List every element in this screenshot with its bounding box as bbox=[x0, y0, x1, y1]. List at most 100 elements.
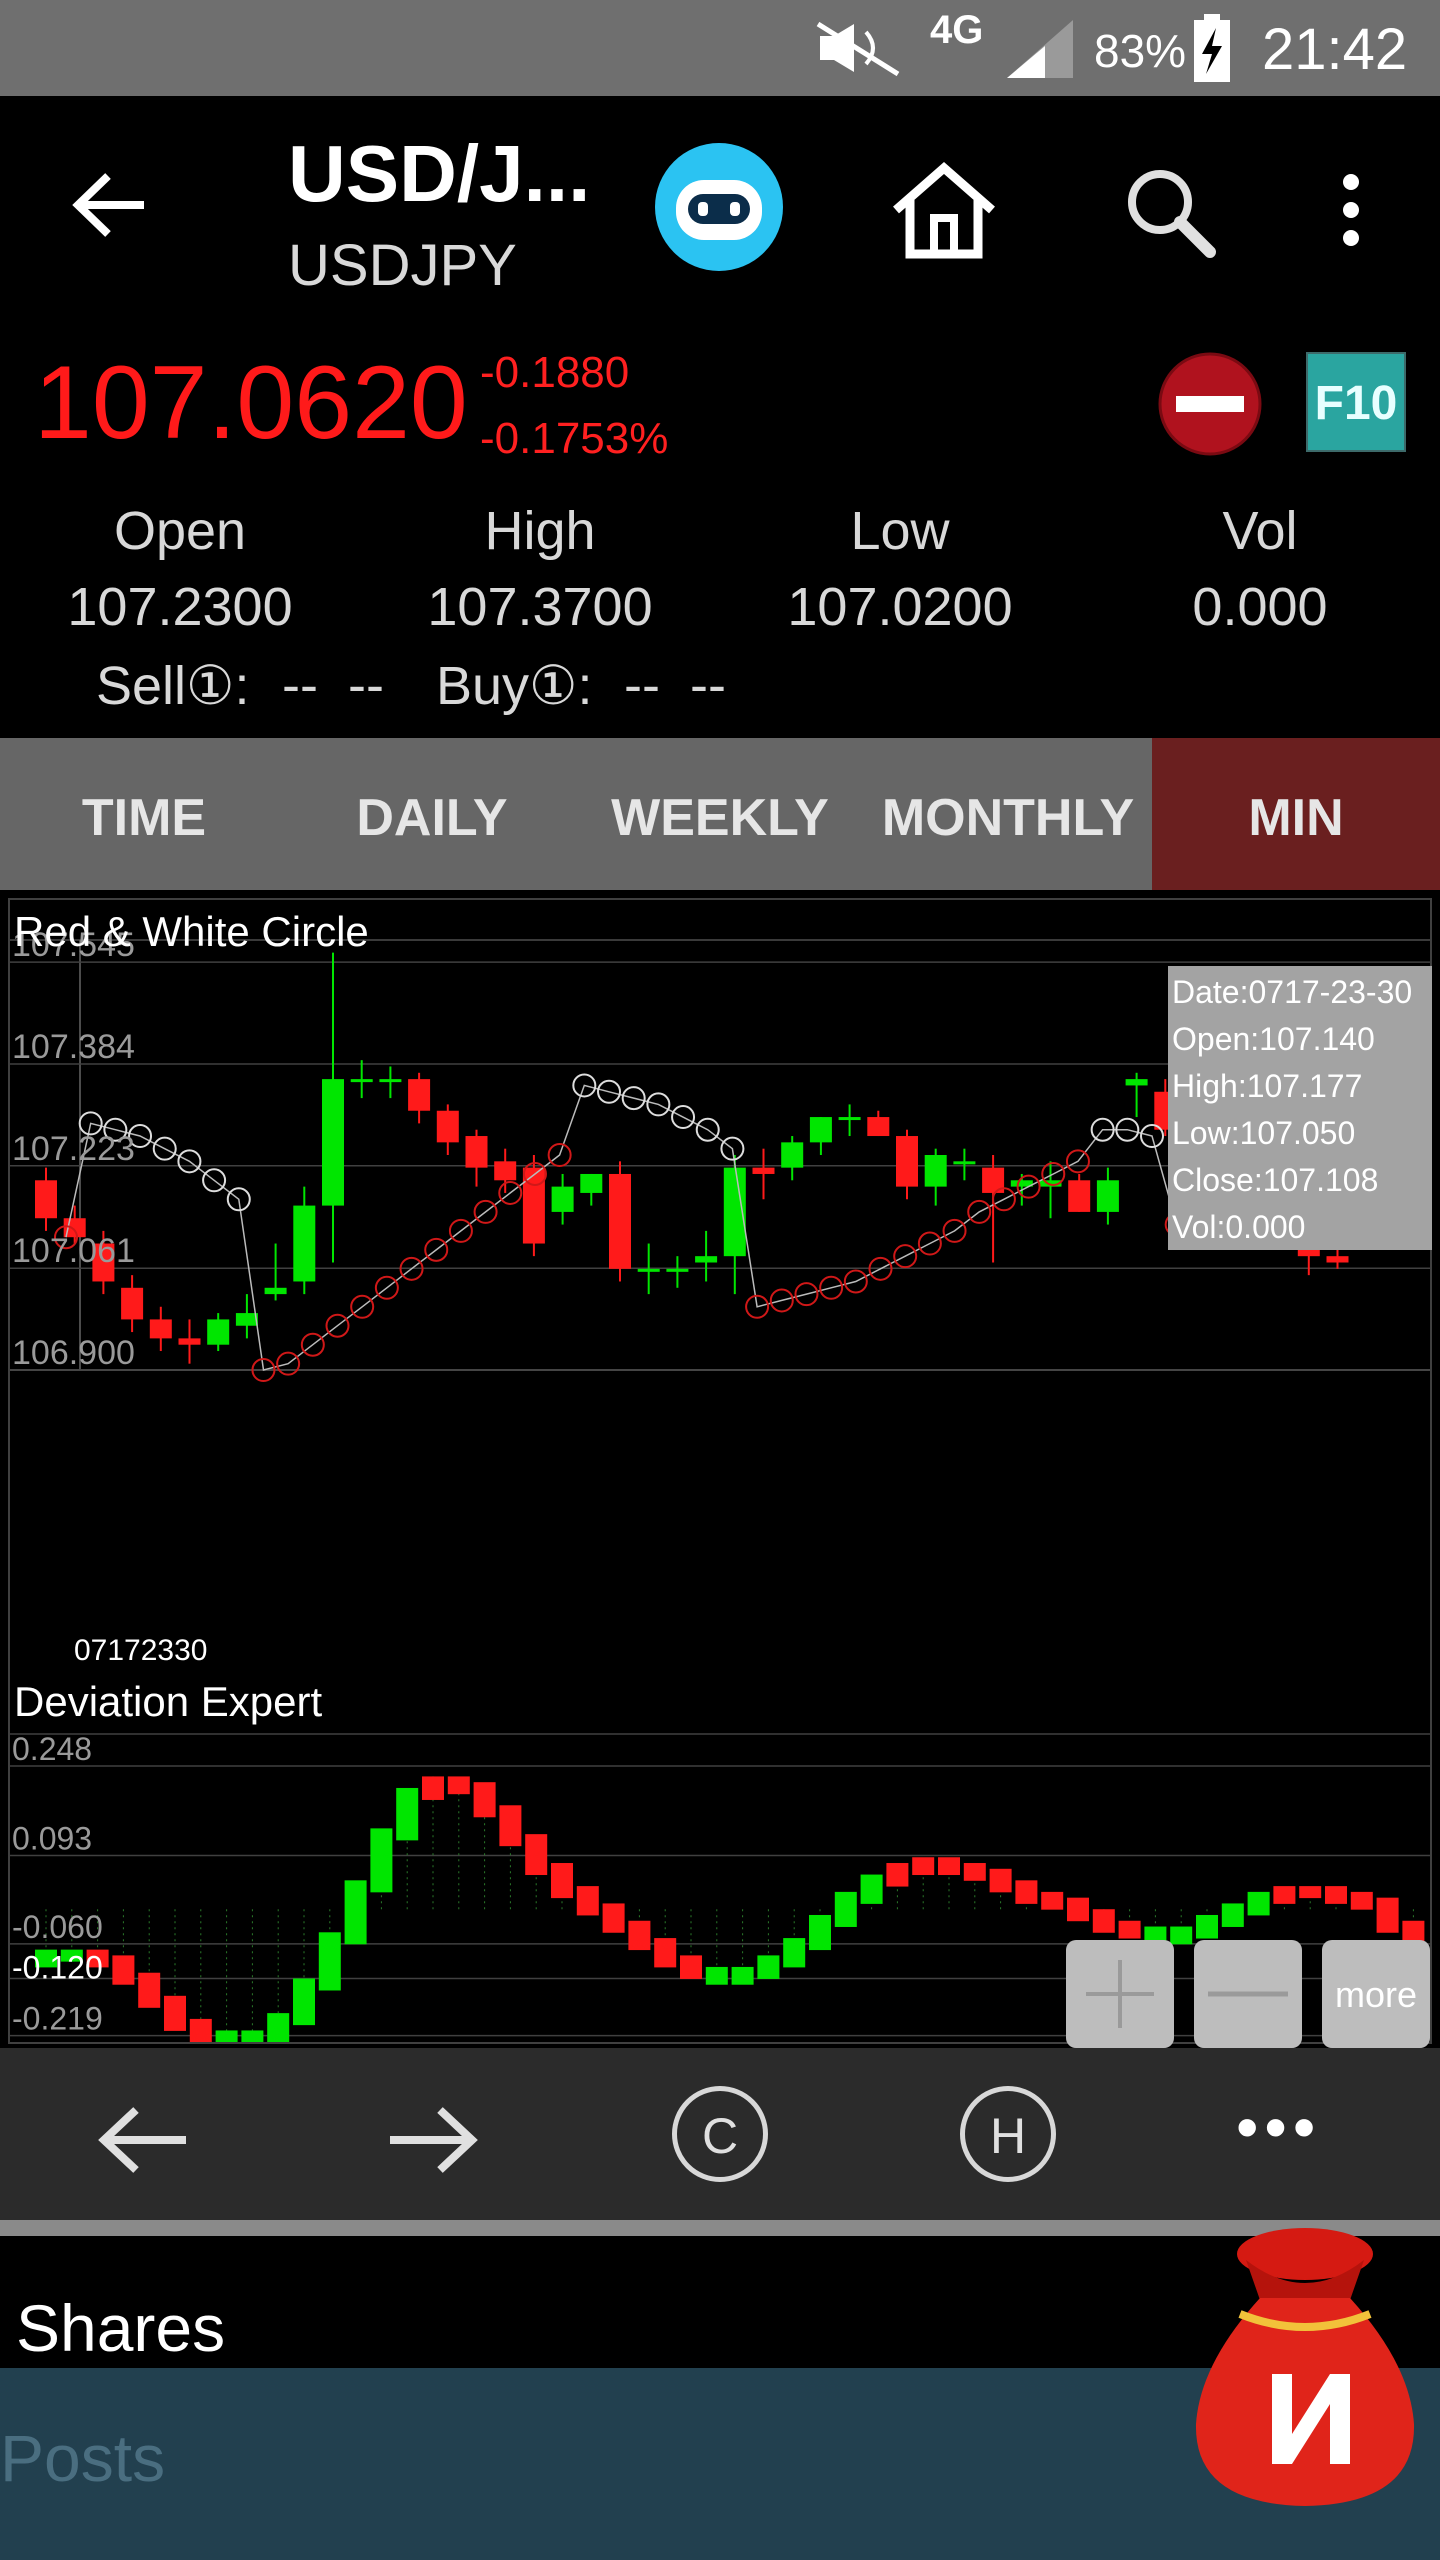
candle-body bbox=[924, 1155, 947, 1187]
robot-assistant-icon[interactable] bbox=[654, 142, 784, 272]
scroll-left-icon[interactable] bbox=[96, 2104, 192, 2176]
gift-bag-icon[interactable] bbox=[1180, 2214, 1430, 2514]
price-change-percent: -0.1753% bbox=[480, 414, 669, 463]
buy-value: -- -- bbox=[624, 655, 726, 715]
sub-bar bbox=[525, 1834, 548, 1876]
sub-bar bbox=[989, 1868, 1012, 1893]
c-indicator-button[interactable]: C bbox=[672, 2086, 768, 2182]
sub-bar bbox=[1092, 1909, 1115, 1933]
tab-daily[interactable]: DAILY bbox=[288, 738, 576, 890]
candle-body bbox=[149, 1319, 172, 1339]
candle-body bbox=[322, 1079, 344, 1206]
candle-body bbox=[867, 1117, 890, 1137]
tooltip-high: High:107.177 bbox=[1172, 1068, 1363, 1104]
sub-bar bbox=[886, 1863, 909, 1887]
sub-bar bbox=[447, 1776, 470, 1795]
sub-bar bbox=[783, 1938, 806, 1968]
sub-y-tick: -0.060 bbox=[12, 1909, 103, 1945]
zoom-in-button[interactable] bbox=[1066, 1940, 1174, 2048]
remove-watchlist-icon[interactable] bbox=[1158, 352, 1262, 456]
candle-tooltip: Date:0717-23-30 Open:107.140 High:107.17… bbox=[1168, 966, 1432, 1250]
h-indicator-button[interactable]: H bbox=[960, 2086, 1056, 2182]
sub-bar bbox=[1325, 1886, 1347, 1904]
search-icon[interactable] bbox=[1122, 164, 1218, 260]
candle-body bbox=[637, 1268, 660, 1272]
chart-panel[interactable]: 107.545 107.384 107.223 107.061 106.900 0.248… bbox=[8, 898, 1432, 2048]
tooltip-close: Close:107.108 bbox=[1172, 1162, 1379, 1198]
more-indicators-button[interactable]: more bbox=[1322, 1940, 1430, 2048]
f10-label: F10 bbox=[1314, 377, 1398, 430]
sub-bar bbox=[576, 1886, 599, 1916]
sub-bar bbox=[654, 1938, 677, 1968]
tab-monthly[interactable]: MONTHLY bbox=[864, 738, 1152, 890]
toolbar-more-button[interactable]: ••• bbox=[1236, 2090, 1321, 2164]
tab-time[interactable]: TIME bbox=[0, 738, 288, 890]
candle-body bbox=[1068, 1180, 1091, 1212]
back-arrow-icon[interactable] bbox=[70, 170, 150, 240]
signal-icon bbox=[1007, 20, 1073, 78]
main-chart-title: Red & White Circle bbox=[14, 908, 369, 955]
clock: 21:42 bbox=[1262, 17, 1408, 82]
h-indicator-label: H bbox=[989, 2108, 1027, 2164]
candle-body bbox=[953, 1161, 976, 1165]
sub-bar bbox=[1196, 1914, 1218, 1939]
overflow-menu-icon[interactable] bbox=[1336, 172, 1366, 248]
sub-bar bbox=[318, 1932, 341, 1991]
posts-placeholder[interactable]: Posts bbox=[0, 2420, 165, 2496]
open-label: Open bbox=[113, 501, 247, 561]
sub-bar bbox=[473, 1782, 496, 1818]
candle-body bbox=[781, 1142, 804, 1168]
candle-body bbox=[293, 1205, 316, 1282]
candle-body bbox=[1326, 1256, 1349, 1263]
sub-y-tick: 0.248 bbox=[12, 1731, 92, 1767]
candle-body bbox=[580, 1173, 603, 1193]
x-axis-label: 07172330 bbox=[74, 1634, 208, 1667]
zoom-out-button[interactable] bbox=[1194, 1940, 1302, 2048]
sell-label: Sell①: bbox=[96, 656, 250, 716]
sub-bar bbox=[370, 1828, 393, 1893]
candle-body bbox=[494, 1161, 517, 1181]
tab-weekly[interactable]: WEEKLY bbox=[576, 738, 864, 890]
candle-body bbox=[207, 1319, 230, 1345]
sub-y-tick: 0.093 bbox=[12, 1821, 92, 1857]
symbol-code: USDJPY bbox=[288, 233, 517, 298]
sub-bar bbox=[731, 1966, 754, 1985]
home-icon[interactable] bbox=[890, 160, 998, 260]
sub-y-tick: -0.120 bbox=[12, 1949, 103, 1985]
sub-bar bbox=[189, 2018, 212, 2042]
low-label: Low bbox=[850, 501, 950, 561]
sub-bar bbox=[1015, 1880, 1038, 1904]
sub-bar bbox=[551, 1863, 573, 1899]
sub-bar bbox=[809, 1914, 831, 1951]
candle-body bbox=[838, 1117, 861, 1121]
candle-body bbox=[436, 1110, 459, 1143]
sub-bar bbox=[164, 1995, 186, 2031]
f10-button[interactable]: F10 bbox=[1306, 352, 1406, 452]
battery-percent: 83% bbox=[1094, 25, 1187, 77]
more-label: more bbox=[1334, 1974, 1418, 2015]
mute-icon bbox=[816, 21, 900, 77]
vol-label: Vol bbox=[1222, 501, 1298, 561]
tooltip-vol: Vol:0.000 bbox=[1172, 1209, 1306, 1245]
scroll-right-icon[interactable] bbox=[384, 2104, 480, 2176]
low-value: 107.0200 bbox=[787, 577, 1013, 637]
candle-body bbox=[666, 1268, 689, 1272]
sub-bar bbox=[1299, 1886, 1322, 1899]
sell-value: -- -- bbox=[282, 655, 384, 715]
candle-body bbox=[1096, 1180, 1119, 1212]
high-value: 107.3700 bbox=[427, 577, 653, 637]
tab-min[interactable]: MIN bbox=[1152, 738, 1440, 890]
sub-bar bbox=[705, 1966, 728, 1985]
main-y-tick: 107.061 bbox=[12, 1232, 135, 1270]
candle-body bbox=[695, 1256, 718, 1263]
status-bar: 4G 83% 21:42 bbox=[0, 0, 1440, 96]
sub-bar bbox=[1376, 1897, 1399, 1933]
sub-bar bbox=[241, 2030, 264, 2042]
sub-bar bbox=[1350, 1891, 1373, 1910]
main-y-tick: 106.900 bbox=[12, 1334, 135, 1372]
sub-y-tick: -0.219 bbox=[12, 2001, 103, 2037]
main-y-tick: 107.223 bbox=[12, 1130, 135, 1168]
sub-bar bbox=[757, 1955, 780, 1979]
sub-bar bbox=[1041, 1891, 1064, 1910]
high-label: High bbox=[484, 501, 596, 561]
